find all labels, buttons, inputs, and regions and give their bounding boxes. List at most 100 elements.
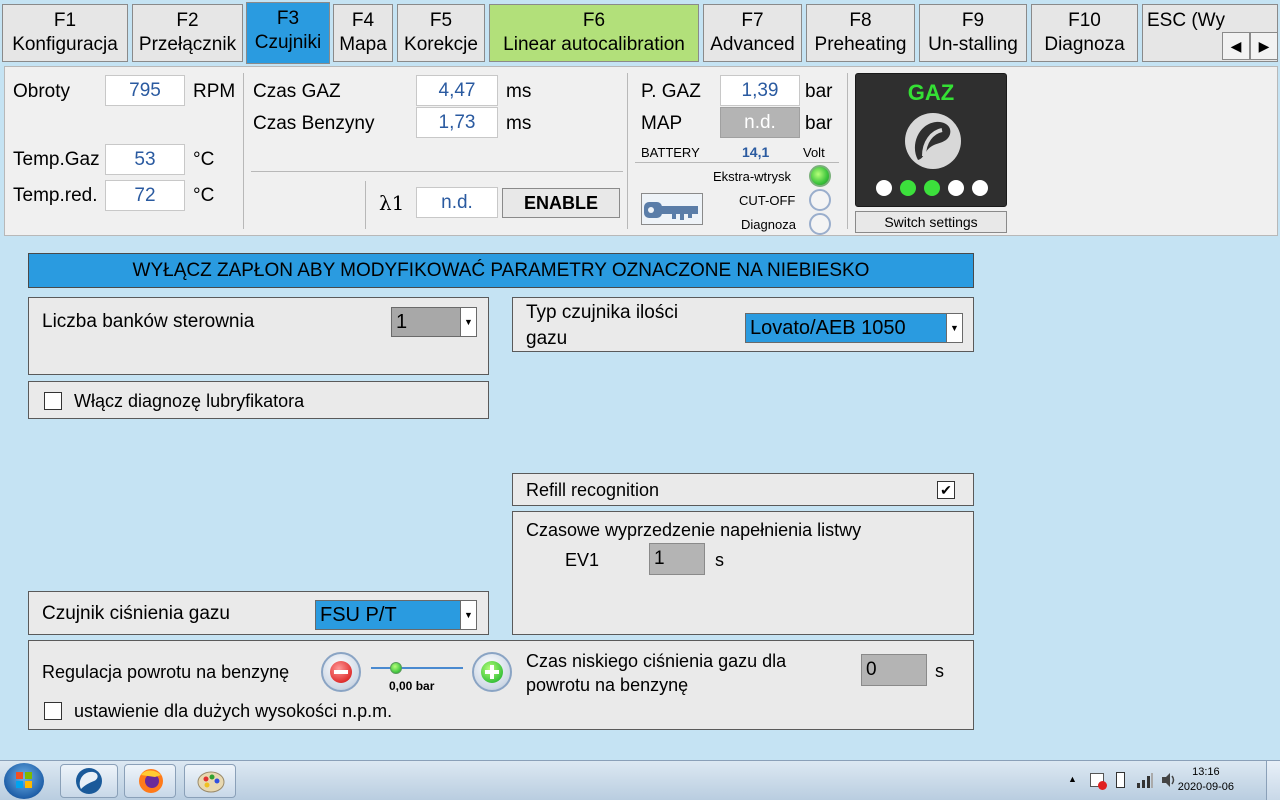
tab-label: Konfiguracja [12,34,118,55]
tab-label: Czujniki [254,32,322,53]
taskbar-app-paint[interactable] [184,764,236,798]
increase-button[interactable] [472,652,512,692]
rail-fill-advance-panel: Czasowe wyprzedzenie napełnienia listwy … [512,511,974,635]
high-altitude-checkbox[interactable] [44,702,62,720]
arrow-left-icon: ◀ [1230,38,1242,54]
tab-f1-konfiguracja[interactable]: F1 Konfiguracja [2,4,128,62]
arrow-right-icon: ▶ [1258,38,1270,54]
decrease-button[interactable] [321,652,361,692]
tab-key: F10 [1068,10,1101,31]
tab-f2-przelacznik[interactable]: F2 Przełącznik [132,4,243,62]
czas-gaz-unit: ms [506,81,532,102]
tab-f9-un-stalling[interactable]: F9 Un-stalling [919,4,1027,62]
battery-unit: Volt [803,145,825,160]
gas-sensor-type-label-1: Typ czujnika ilości [526,302,679,323]
tab-f3-czujniki[interactable]: F3 Czujniki [246,2,330,64]
gas-pressure-sensor-value: FSU P/T [320,604,397,626]
firefox-icon [139,769,163,793]
map-unit: bar [805,113,833,134]
chevron-down-icon: ▼ [460,601,476,629]
tab-f10-diagnoza[interactable]: F10 Diagnoza [1031,4,1138,62]
divider [635,162,839,163]
gaz-level-dot [924,180,940,196]
lambda-enable-button[interactable]: ENABLE [502,188,620,218]
tab-f6-linear-autocalibration[interactable]: F6 Linear autocalibration [489,4,699,62]
tray-show-hidden-icon[interactable]: ▲ [1068,774,1077,784]
tab-key: F8 [849,10,872,31]
lpg-app-icon [76,768,102,794]
czas-benzyny-label: Czas Benzyny [253,113,375,134]
taskbar-app-lpg-software[interactable] [60,764,118,798]
tab-f8-preheating[interactable]: F8 Preheating [806,4,915,62]
return-regulation-label: Regulacja powrotu na benzynę [42,662,290,682]
clock-time: 13:16 [1192,766,1220,778]
gas-sensor-type-value: Lovato/AEB 1050 [750,317,906,339]
temp-red-unit: °C [193,185,215,206]
chevron-down-icon: ▼ [946,314,962,342]
low-pressure-time-input[interactable]: 0 [861,654,927,686]
banks-select[interactable]: 1 ▼ [391,307,477,337]
tab-scroll-left-button[interactable]: ◀ [1222,32,1250,60]
diagnoza-label: Diagnoza [741,217,796,232]
live-status-panel: Obroty 795 RPM Temp.Gaz 53 °C Temp.red. … [4,66,1278,236]
ekstra-wtrysk-label: Ekstra-wtrysk [713,169,791,184]
windows-taskbar: ▲ 13:16 2020-09-06 [0,760,1280,800]
tab-label: Preheating [814,34,907,55]
refill-recognition-panel: Refill recognition ✔ [512,473,974,506]
battery-tray-icon[interactable] [1116,772,1125,788]
taskbar-app-firefox[interactable] [124,764,176,798]
tab-f5-korekcje[interactable]: F5 Korekcje [397,4,485,62]
system-clock[interactable]: 13:16 2020-09-06 [1178,766,1234,793]
slider-thumb[interactable] [390,662,402,674]
tab-f4-mapa[interactable]: F4 Mapa [333,4,393,62]
czas-gaz-value: 4,47 [416,75,498,106]
function-tab-bar: F1 Konfiguracja F2 Przełącznik F3 Czujni… [0,0,1280,66]
diagnoza-indicator [809,213,831,235]
ekstra-wtrysk-indicator [809,165,831,187]
low-pressure-time-label-2: powrotu na benzynę [526,675,689,695]
volume-icon[interactable] [1160,771,1178,789]
tab-label: Linear autocalibration [503,34,685,55]
action-center-icon[interactable] [1090,773,1107,790]
gaz-switch-icon [902,110,964,177]
ev1-input[interactable]: 1 [649,543,705,575]
refill-recognition-checkbox[interactable]: ✔ [937,481,955,499]
tab-label: Un-stalling [928,34,1018,55]
divider [365,181,366,229]
rpm-value: 795 [105,75,185,106]
gas-pressure-sensor-panel: Czujnik ciśnienia gazu FSU P/T ▼ [28,591,489,635]
rpm-label: Obroty [13,81,71,102]
tab-key: F3 [276,8,300,29]
tab-label: Korekcje [404,34,478,55]
lubricator-diagnosis-checkbox[interactable] [44,392,62,410]
gaz-title: GAZ [907,80,955,105]
cut-off-label: CUT-OFF [739,193,796,208]
tab-label: Mapa [339,34,387,55]
key-icon [641,193,703,225]
divider [243,73,244,229]
plus-icon [481,661,503,683]
start-button[interactable] [4,763,44,799]
show-desktop-button[interactable] [1266,761,1280,800]
tab-scroll-right-button[interactable]: ▶ [1250,32,1278,60]
gaz-level-dot [972,180,988,196]
tab-f7-advanced[interactable]: F7 Advanced [703,4,802,62]
ev1-unit: s [715,550,724,570]
banks-label: Liczba banków sterownia [42,311,255,332]
gas-sensor-type-select[interactable]: Lovato/AEB 1050 ▼ [745,313,963,343]
temp-gaz-unit: °C [193,149,215,170]
switch-settings-button[interactable]: Switch settings [855,211,1007,233]
gas-sensor-type-panel: Typ czujnika ilości gazu Lovato/AEB 1050… [512,297,974,352]
windows-logo-icon [16,772,32,788]
network-signal-icon[interactable] [1136,771,1154,789]
gas-pressure-sensor-select[interactable]: FSU P/T ▼ [315,600,477,630]
czas-benzyny-unit: ms [506,113,532,134]
tab-label: Advanced [710,34,795,55]
refill-recognition-label: Refill recognition [526,480,660,500]
gaz-level-dot [948,180,964,196]
czas-benzyny-value: 1,73 [416,107,498,138]
tab-key: F2 [176,10,199,31]
high-altitude-label: ustawienie dla dużych wysokości n.p.m. [74,701,393,721]
ignition-warning-banner: WYŁĄCZ ZAPŁON ABY MODYFIKOWAĆ PARAMETRY … [28,253,974,288]
gaz-level-dot [900,180,916,196]
